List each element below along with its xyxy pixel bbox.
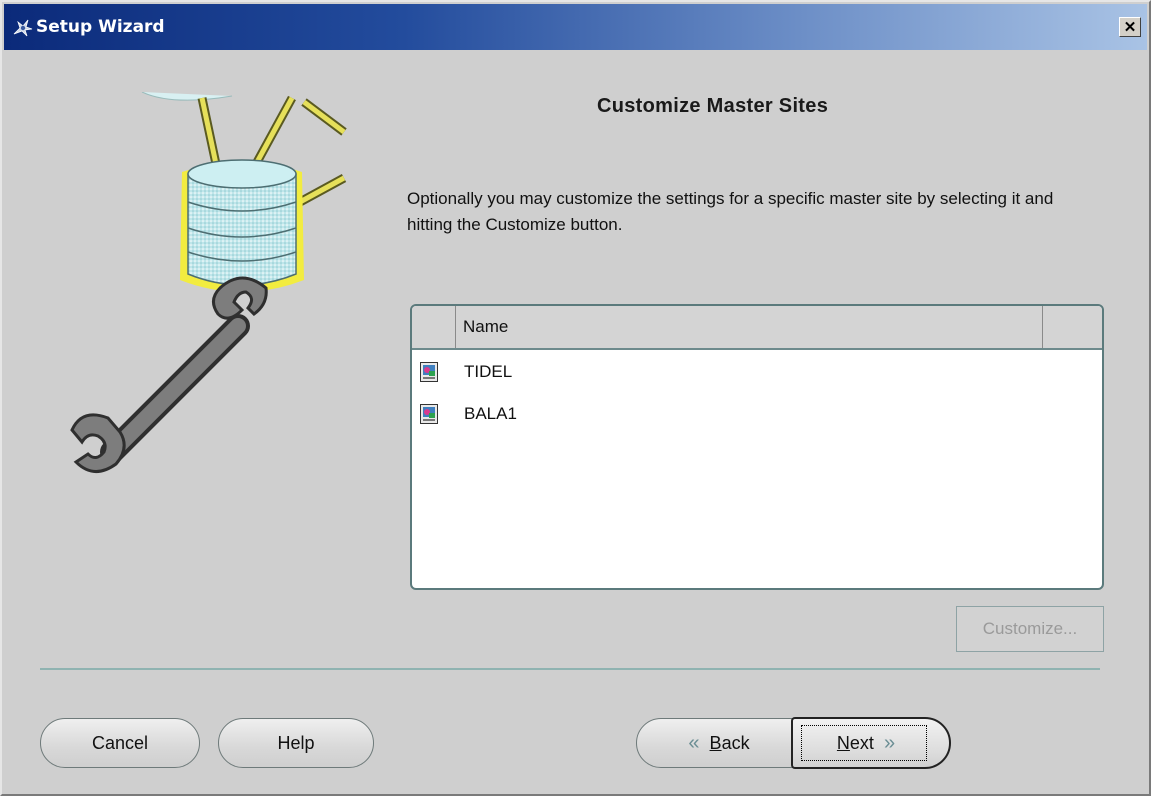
master-sites-list[interactable]: Name TIDEL BALA1 [410,304,1104,590]
column-header-name[interactable]: Name [457,306,1043,348]
page-heading: Customize Master Sites [597,95,829,117]
site-name: TIDEL [464,362,513,381]
title-bar[interactable]: Setup Wizard ✕ [4,4,1147,50]
close-icon: ✕ [1123,19,1137,36]
chevron-left-icon: « [688,731,700,754]
chevron-right-icon: » [883,731,896,754]
page-description: Optionally you may customize the setting… [407,189,1054,234]
next-button[interactable]: Next » [791,717,951,769]
wizard-app-icon [12,18,34,38]
cancel-button[interactable]: Cancel [40,718,200,768]
list-header: Name [412,306,1102,350]
master-site-icon [420,404,438,424]
setup-wizard-window: Setup Wizard ✕ Customize Master Sites Op… [0,0,1151,796]
close-button[interactable]: ✕ [1119,17,1141,37]
window-title: Setup Wizard [36,17,165,37]
list-item[interactable]: BALA1 [412,396,1102,432]
back-label: Back [709,732,750,753]
back-next-button-group: « Back Next » [636,717,951,769]
header-filler [1044,306,1102,348]
database-wrench-illustration [70,92,347,473]
header-icon-column [412,306,456,348]
help-button[interactable]: Help [218,718,374,768]
customize-button[interactable]: Customize... [956,606,1104,652]
footer-separator [40,668,1100,670]
next-label: Next [836,732,874,753]
list-item[interactable]: TIDEL [412,354,1102,390]
back-button[interactable]: « Back [637,719,791,767]
master-site-icon [420,362,438,382]
site-name: BALA1 [464,404,517,423]
